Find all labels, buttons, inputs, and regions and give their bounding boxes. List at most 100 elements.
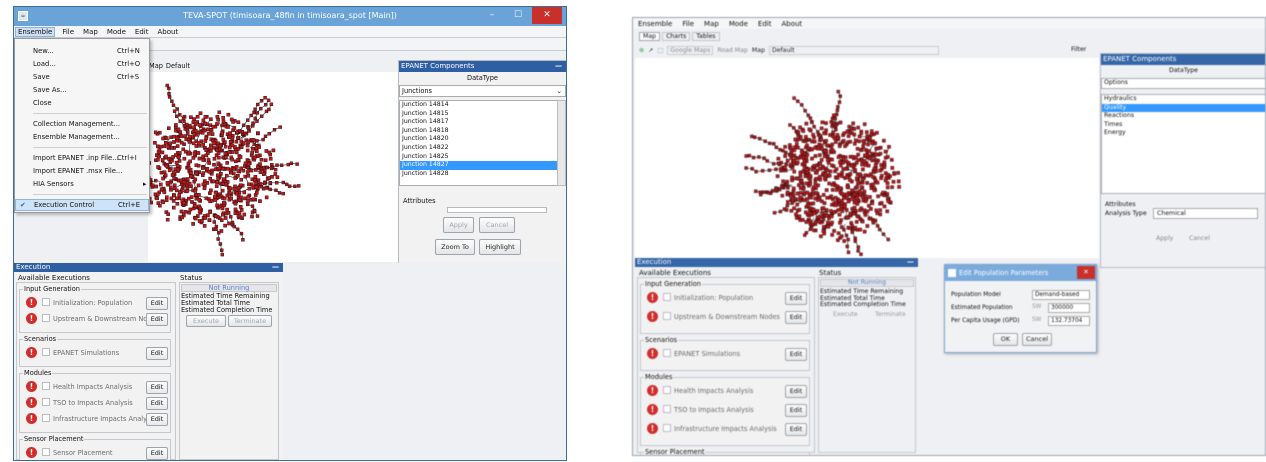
menu-mode[interactable]: Mode bbox=[105, 28, 128, 36]
junction-list-item[interactable]: Junction 14828 bbox=[400, 170, 557, 179]
execution-checkbox[interactable] bbox=[663, 349, 671, 357]
minimize-panel-icon[interactable]: — bbox=[272, 263, 279, 272]
execute-button[interactable]: Execute bbox=[833, 311, 858, 318]
menu-about[interactable]: About bbox=[779, 20, 804, 28]
menu-map[interactable]: Map bbox=[81, 28, 100, 36]
execution-checkbox[interactable] bbox=[663, 386, 671, 394]
menu-file[interactable]: File bbox=[680, 20, 696, 28]
road-map-select[interactable]: Road Map bbox=[717, 47, 748, 54]
junction-list-item[interactable]: Junction 14827 bbox=[400, 161, 557, 170]
maximize-icon[interactable]: ☐ bbox=[506, 7, 530, 24]
edit-button[interactable]: Edit bbox=[785, 292, 807, 305]
terminate-button[interactable]: Terminate bbox=[875, 311, 906, 318]
cancel-button[interactable]: Cancel bbox=[1189, 235, 1210, 242]
tab-map[interactable]: Map bbox=[639, 32, 661, 41]
menu-item-ensemble-management[interactable]: Ensemble Management... bbox=[15, 131, 149, 143]
edit-button[interactable]: Edit bbox=[785, 311, 807, 324]
menu-ensemble[interactable]: Ensemble bbox=[636, 20, 674, 28]
options-list-item[interactable]: Quality bbox=[1102, 103, 1265, 113]
minimize-panel-icon[interactable]: — bbox=[555, 61, 562, 72]
datatype-select[interactable]: Junctions ⌄ bbox=[399, 85, 566, 97]
network-map[interactable] bbox=[743, 68, 943, 258]
menu-edit[interactable]: Edit bbox=[133, 28, 151, 36]
cancel-button[interactable]: Cancel bbox=[479, 217, 515, 233]
tab-charts[interactable]: Charts bbox=[662, 32, 691, 41]
options-list-item[interactable]: Hydraulics bbox=[1102, 95, 1265, 104]
apply-button[interactable]: Apply bbox=[443, 217, 474, 233]
menu-item-new[interactable]: New... Ctrl+N bbox=[15, 45, 149, 57]
edit-button[interactable]: Edit bbox=[146, 413, 168, 426]
menu-item-execution-control[interactable]: ✔ Execution Control Ctrl+E bbox=[15, 199, 149, 211]
minimize-icon[interactable]: – bbox=[480, 7, 504, 24]
menu-mode[interactable]: Mode bbox=[727, 20, 750, 28]
google-maps-button[interactable]: Google Maps bbox=[667, 46, 714, 55]
options-list-item[interactable]: Times bbox=[1102, 121, 1265, 130]
execution-checkbox[interactable] bbox=[663, 293, 671, 301]
edit-button[interactable]: Edit bbox=[146, 313, 168, 326]
execution-checkbox[interactable] bbox=[42, 414, 50, 422]
zoom-to-button[interactable]: Zoom To bbox=[435, 239, 475, 255]
menu-file[interactable]: File bbox=[60, 28, 76, 36]
map-select[interactable]: Default bbox=[768, 46, 939, 55]
junction-list-item[interactable]: Junction 14820 bbox=[400, 135, 557, 144]
select-icon[interactable]: ⬚ bbox=[657, 47, 663, 54]
execution-checkbox[interactable] bbox=[42, 398, 50, 406]
highlight-button[interactable]: Highlight bbox=[479, 239, 521, 255]
menu-item-import-msx[interactable]: Import EPANET .msx File... bbox=[15, 165, 149, 177]
close-icon[interactable]: ✕ bbox=[1077, 266, 1095, 279]
menu-item-save-as[interactable]: Save As... bbox=[15, 84, 149, 96]
menu-item-import-inp[interactable]: Import EPANET .inp File... Ctrl+I bbox=[15, 152, 149, 164]
execution-checkbox[interactable] bbox=[42, 314, 50, 322]
edit-button[interactable]: Edit bbox=[146, 381, 168, 394]
menu-item-close[interactable]: Close bbox=[15, 97, 149, 109]
menu-item-hia-sensors[interactable]: HIA Sensors ▸ bbox=[15, 178, 149, 190]
execution-checkbox[interactable] bbox=[42, 348, 50, 356]
junction-list[interactable]: Junction 14814 Junction 14815 Junction 148… bbox=[399, 100, 558, 186]
zoom-icon[interactable]: ⊕ bbox=[639, 47, 644, 54]
attribute-field[interactable] bbox=[447, 207, 547, 213]
cancel-button[interactable]: Cancel bbox=[1022, 333, 1052, 346]
close-icon[interactable]: ✕ bbox=[532, 7, 562, 24]
list-scrollbar[interactable] bbox=[557, 100, 566, 186]
execution-checkbox[interactable] bbox=[42, 382, 50, 390]
execution-checkbox[interactable] bbox=[663, 424, 671, 432]
pointer-icon[interactable]: ➚ bbox=[648, 47, 653, 54]
menu-item-collection-management[interactable]: Collection Management... bbox=[15, 118, 149, 130]
edit-button[interactable]: Edit bbox=[785, 385, 807, 398]
population-model-select[interactable]: Demand-based bbox=[1032, 290, 1090, 300]
junction-list-item[interactable]: Junction 14814 bbox=[400, 101, 557, 110]
junction-list-item[interactable]: Junction 14825 bbox=[400, 153, 557, 162]
tab-tables[interactable]: Tables bbox=[692, 32, 720, 41]
menu-about[interactable]: About bbox=[155, 28, 180, 36]
estimated-population-input[interactable]: 300000 bbox=[1048, 303, 1090, 313]
execution-checkbox[interactable] bbox=[42, 448, 50, 456]
apply-button[interactable]: Apply bbox=[1156, 235, 1173, 242]
datatype-select[interactable]: Options bbox=[1101, 78, 1265, 89]
menu-item-load[interactable]: Load... Ctrl+O bbox=[15, 58, 149, 70]
execute-button[interactable]: Execute bbox=[186, 315, 226, 327]
edit-button[interactable]: Edit bbox=[146, 297, 168, 310]
terminate-button[interactable]: Terminate bbox=[228, 315, 272, 327]
junction-list-item[interactable]: Junction 14817 bbox=[400, 118, 557, 127]
execution-checkbox[interactable] bbox=[663, 312, 671, 320]
menu-item-save[interactable]: Save Ctrl+S bbox=[15, 71, 149, 83]
execution-checkbox[interactable] bbox=[42, 298, 50, 306]
options-list[interactable]: Hydraulics Quality Reactions Times Energy bbox=[1101, 94, 1265, 194]
options-list-item[interactable]: Reactions bbox=[1102, 112, 1265, 121]
junction-list-item[interactable]: Junction 14818 bbox=[400, 127, 557, 136]
edit-button[interactable]: Edit bbox=[785, 348, 807, 361]
menu-edit[interactable]: Edit bbox=[756, 20, 774, 28]
edit-button[interactable]: Edit bbox=[146, 397, 168, 410]
menu-ensemble[interactable]: Ensemble bbox=[15, 26, 56, 37]
junction-list-item[interactable]: Junction 14815 bbox=[400, 110, 557, 119]
edit-button[interactable]: Edit bbox=[146, 347, 168, 360]
edit-button[interactable]: Edit bbox=[785, 404, 807, 417]
ok-button[interactable]: OK bbox=[993, 333, 1018, 346]
execution-checkbox[interactable] bbox=[663, 405, 671, 413]
edit-button[interactable]: Edit bbox=[785, 423, 807, 436]
map-selector[interactable]: Map Default bbox=[149, 62, 190, 70]
menu-map[interactable]: Map bbox=[702, 20, 721, 28]
analysis-type-select[interactable]: Chemical bbox=[1153, 208, 1258, 219]
per-capita-usage-input[interactable]: 132.73704 bbox=[1048, 316, 1090, 326]
options-list-item[interactable]: Energy bbox=[1102, 129, 1265, 138]
